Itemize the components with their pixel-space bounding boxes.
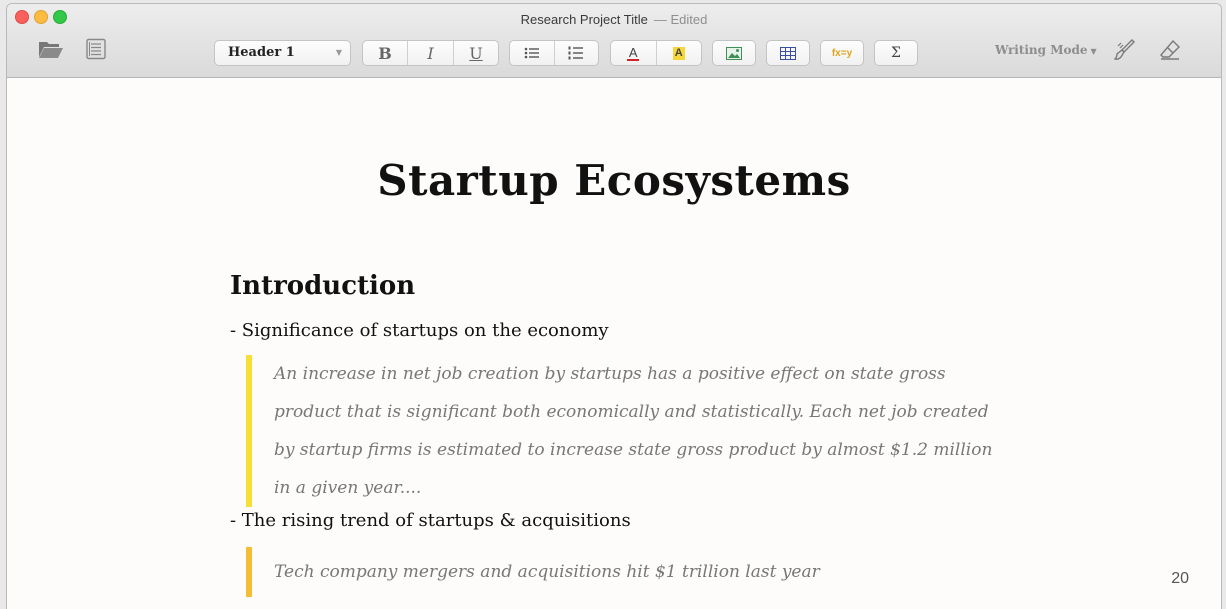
bullet-list-icon (524, 47, 539, 59)
writing-mode-label: Writing Mode (995, 43, 1088, 57)
document-canvas[interactable]: Startup Ecosystems Introduction - Signif… (7, 78, 1221, 609)
bullet-list-button[interactable] (510, 41, 555, 65)
text-format-group: B I U (362, 40, 499, 66)
bold-button[interactable]: B (363, 41, 408, 65)
edited-status: — Edited (653, 12, 708, 27)
document-title: Startup Ecosystems (377, 156, 851, 205)
insert-sum-button[interactable]: Σ (874, 40, 918, 66)
highlight-button[interactable]: A (657, 41, 702, 65)
page-number: 20 (1171, 570, 1189, 587)
italic-button[interactable]: I (408, 41, 454, 65)
clear-format-icon[interactable] (1156, 37, 1184, 63)
list-group (509, 40, 599, 66)
blockquote: Tech company mergers and acquisitions hi… (246, 547, 1014, 597)
color-group: A A (610, 40, 702, 66)
list-item: - Significance of startups on the econom… (230, 320, 609, 341)
sigma-icon: Σ (891, 45, 901, 61)
list-item: - The rising trend of startups & acquisi… (230, 510, 631, 531)
highlight-icon: A (672, 46, 685, 60)
chevron-down-icon: ▼ (335, 48, 342, 57)
open-folder-icon[interactable] (37, 36, 65, 62)
numbered-list-icon (568, 46, 584, 60)
outline-icon[interactable] (82, 36, 110, 62)
writing-mode-dropdown[interactable]: Writing Mode ▼ (995, 43, 1097, 57)
window-title: Research Project Title — Edited (7, 12, 1221, 27)
font-color-icon: A (628, 44, 638, 60)
image-icon (726, 46, 742, 60)
font-color-button[interactable]: A (611, 41, 657, 65)
blockquote: An increase in net job creation by start… (246, 355, 1014, 507)
app-window: Research Project Title — Edited Header 1 … (6, 3, 1222, 609)
paragraph-style-value: Header 1 (228, 45, 295, 60)
numbered-list-button[interactable] (555, 41, 599, 65)
chevron-down-icon: ▼ (1090, 46, 1097, 56)
underline-button[interactable]: U (454, 41, 498, 65)
formula-icon: fx=y (831, 47, 853, 59)
insert-formula-button[interactable]: fx=y (820, 40, 864, 66)
insert-table-button[interactable] (766, 40, 810, 66)
paragraph-style-dropdown[interactable]: Header 1 ▼ (214, 40, 351, 66)
insert-image-button[interactable] (712, 40, 756, 66)
toolbar: Research Project Title — Edited Header 1 … (7, 4, 1221, 78)
table-icon (780, 46, 796, 60)
font-color-swatch (627, 58, 640, 61)
section-heading: Introduction (230, 271, 416, 301)
document-title-label: Research Project Title (520, 12, 648, 27)
format-brush-icon[interactable] (1110, 37, 1138, 63)
